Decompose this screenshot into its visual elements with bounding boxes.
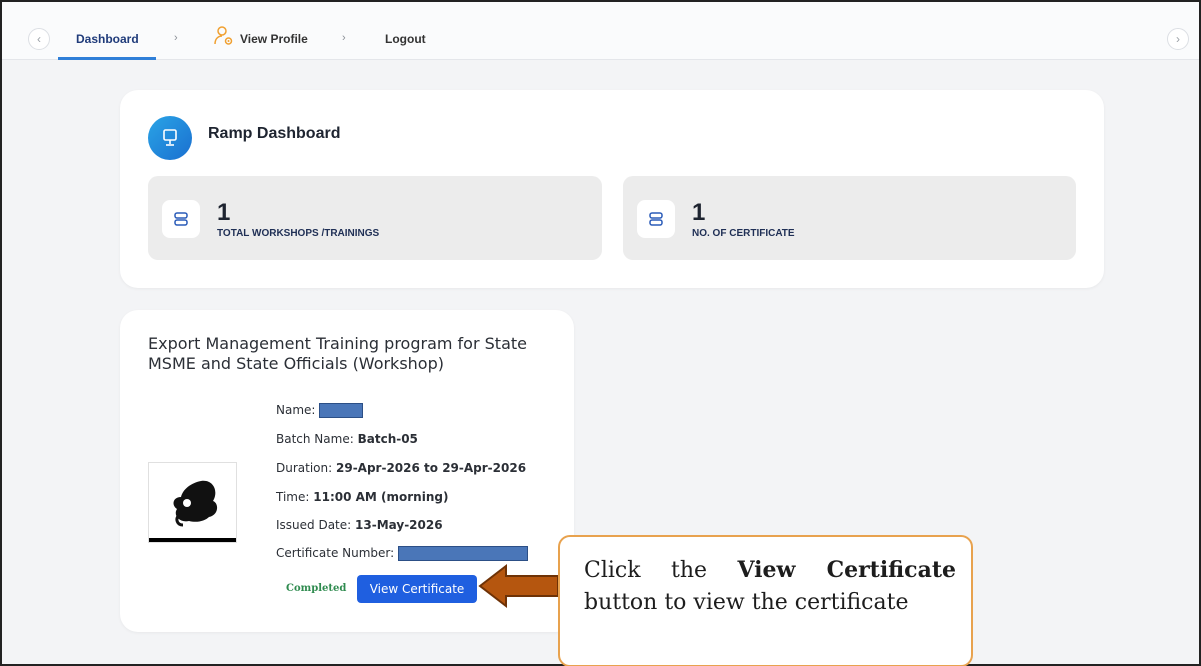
stat-value: 1 xyxy=(692,199,706,226)
view-certificate-button[interactable]: View Certificate xyxy=(357,575,477,603)
scroll-left-arrow-icon[interactable]: ‹ xyxy=(28,28,50,50)
stat-label: NO. OF CERTIFICATE xyxy=(692,228,795,239)
batch-label: Batch Name: xyxy=(276,432,354,446)
training-title: Export Management Training program for S… xyxy=(148,334,527,373)
tab-dashboard[interactable]: Dashboard xyxy=(76,32,139,46)
stat-certificates: 1 NO. OF CERTIFICATE xyxy=(623,176,1076,260)
active-tab-indicator xyxy=(58,57,156,60)
info-cert-number: Certificate Number: xyxy=(276,546,529,561)
server-icon xyxy=(162,200,200,238)
stat-total-workshops: 1 TOTAL WORKSHOPS /TRAININGS xyxy=(148,176,602,260)
duration-label: Duration: xyxy=(276,461,333,475)
thumbnail-footer-bar xyxy=(149,538,236,542)
name-label: Name: xyxy=(276,403,316,417)
issued-value: 13-May-2026 xyxy=(355,518,443,532)
nav-separator: › xyxy=(174,32,178,44)
dashboard-logo xyxy=(148,116,192,160)
scroll-right-arrow-icon[interactable]: › xyxy=(1167,28,1189,50)
pointer-arrow-icon xyxy=(478,563,559,609)
training-thumbnail xyxy=(148,462,237,543)
instruction-callout: Click the View Certificate button to vie… xyxy=(558,535,973,666)
callout-text-post: button to view the certificate xyxy=(584,590,909,615)
redacted-name xyxy=(319,403,364,418)
time-value: 11:00 AM (morning) xyxy=(313,490,449,504)
time-label: Time: xyxy=(276,490,310,504)
tab-logout[interactable]: Logout xyxy=(385,32,426,46)
issued-label: Issued Date: xyxy=(276,518,352,532)
cert-number-label: Certificate Number: xyxy=(276,546,395,560)
callout-text: Click the View Certificate button to vie… xyxy=(584,554,956,619)
app-window: ‹ Dashboard › View Profile › Logout › Ra… xyxy=(0,0,1201,666)
squirrel-logo-icon xyxy=(173,480,218,527)
server-icon xyxy=(637,200,675,238)
info-issued: Issued Date: 13-May-2026 xyxy=(276,518,443,532)
batch-value: Batch-05 xyxy=(357,432,418,446)
info-batch: Batch Name: Batch-05 xyxy=(276,432,418,446)
stat-label: TOTAL WORKSHOPS /TRAININGS xyxy=(217,228,380,239)
status-badge: Completed xyxy=(286,583,347,594)
dashboard-card: Ramp Dashboard 1 TOTAL WORKSHOPS /TRAINI… xyxy=(120,90,1104,288)
info-time: Time: 11:00 AM (morning) xyxy=(276,490,448,504)
page-title: Ramp Dashboard xyxy=(208,125,341,142)
redacted-cert-number xyxy=(398,546,529,561)
callout-text-pre: Click the xyxy=(584,558,708,583)
info-duration: Duration: 29-Apr-2026 to 29-Apr-2026 xyxy=(276,461,526,475)
nav-separator: › xyxy=(342,32,346,44)
user-settings-icon xyxy=(214,26,233,45)
tab-view-profile[interactable]: View Profile xyxy=(240,32,308,46)
top-nav: ‹ Dashboard › View Profile › Logout › xyxy=(2,2,1199,60)
info-name: Name: xyxy=(276,403,364,418)
callout-text-bold: View Certificate xyxy=(737,557,956,583)
duration-value: 29-Apr-2026 to 29-Apr-2026 xyxy=(336,461,527,475)
presentation-board-icon xyxy=(163,129,177,146)
stat-value: 1 xyxy=(217,199,231,226)
